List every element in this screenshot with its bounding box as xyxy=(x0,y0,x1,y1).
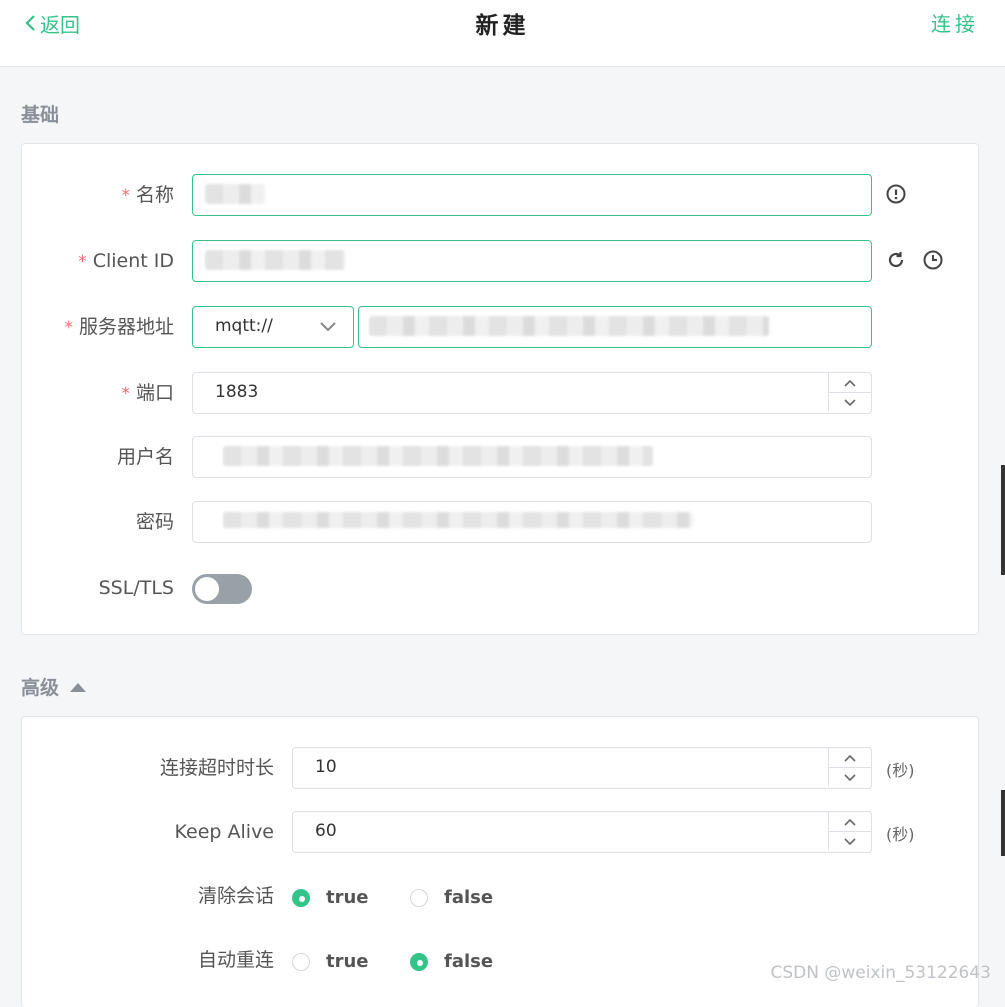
info-icon[interactable] xyxy=(885,183,907,205)
increase-button[interactable] xyxy=(829,373,871,393)
required-mark: * xyxy=(121,186,130,206)
clean-session-false-radio[interactable]: false xyxy=(410,887,493,908)
radio-unselected-icon xyxy=(410,888,428,907)
redacted-blur xyxy=(205,250,345,270)
clean-session-label: 清除会话 xyxy=(197,885,274,907)
redacted-blur xyxy=(223,512,693,528)
auto-reconnect-true-radio[interactable]: true xyxy=(292,951,369,972)
redacted-blur xyxy=(223,446,653,466)
auto-reconnect-false-radio[interactable]: false xyxy=(410,951,493,972)
watermark: CSDN @weixin_53122643 xyxy=(770,963,991,983)
basic-card: * 名称 * Client ID * 服务器地址 mqtt:// * 端口 18… xyxy=(21,143,979,635)
port-label: * 端口 xyxy=(22,372,174,414)
server-label-text: 服务器地址 xyxy=(78,316,174,338)
name-input[interactable] xyxy=(192,174,872,216)
host-input[interactable] xyxy=(358,306,872,348)
server-label: * 服务器地址 xyxy=(22,306,174,348)
chevron-down-icon xyxy=(844,398,856,406)
chevron-up-icon xyxy=(844,379,856,387)
advanced-section-title[interactable]: 高级 xyxy=(21,673,87,700)
clean-session-true-radio[interactable]: true xyxy=(292,887,369,908)
chevron-down-icon xyxy=(320,322,336,332)
connect-button[interactable]: 连接 xyxy=(931,8,979,37)
required-mark: * xyxy=(78,252,87,272)
ssl-toggle[interactable] xyxy=(192,574,252,604)
decrease-button[interactable] xyxy=(829,832,871,851)
password-label: 密码 xyxy=(135,511,174,533)
page-title: 新建 xyxy=(475,13,530,39)
increase-button[interactable] xyxy=(829,812,871,832)
protocol-value: mqtt:// xyxy=(215,316,273,336)
basic-section-title: 基础 xyxy=(21,104,60,126)
redacted-blur xyxy=(369,316,769,336)
auto-reconnect-label: 自动重连 xyxy=(197,949,274,971)
keep-alive-stepper xyxy=(828,812,871,850)
password-input[interactable] xyxy=(192,501,872,543)
client-id-label: * Client ID xyxy=(22,240,174,282)
client-id-label-text: Client ID xyxy=(92,250,174,272)
clock-icon[interactable] xyxy=(922,249,944,271)
timeout-value: 10 xyxy=(315,757,337,777)
timeout-unit: (秒) xyxy=(886,761,915,780)
header-bar: 返回 新建 连接 xyxy=(0,0,1005,67)
keep-alive-unit: (秒) xyxy=(886,825,915,844)
port-label-text: 端口 xyxy=(135,382,174,404)
required-mark: * xyxy=(121,384,130,404)
redacted-blur xyxy=(205,184,265,204)
radio-label: true xyxy=(326,951,369,972)
scrollbar-thumb[interactable] xyxy=(1001,465,1005,575)
name-label: * 名称 xyxy=(22,174,174,216)
decrease-button[interactable] xyxy=(829,768,871,787)
timeout-stepper xyxy=(828,748,871,786)
toggle-knob xyxy=(195,577,219,601)
radio-selected-icon xyxy=(292,888,310,907)
port-value: 1883 xyxy=(215,382,259,402)
protocol-select[interactable]: mqtt:// xyxy=(192,306,354,348)
port-input[interactable]: 1883 xyxy=(192,372,872,414)
advanced-title-text: 高级 xyxy=(21,677,60,699)
name-label-text: 名称 xyxy=(135,184,174,206)
radio-label: true xyxy=(326,887,369,908)
radio-selected-icon xyxy=(410,952,428,971)
increase-button[interactable] xyxy=(829,748,871,768)
decrease-button[interactable] xyxy=(829,393,871,412)
ssl-label: SSL/TLS xyxy=(98,577,174,599)
username-label: 用户名 xyxy=(116,446,174,468)
chevron-up-icon xyxy=(844,754,856,762)
required-mark: * xyxy=(64,318,73,338)
chevron-up-icon xyxy=(844,818,856,826)
chevron-down-icon xyxy=(844,837,856,845)
timeout-input[interactable]: 10 xyxy=(292,747,872,789)
client-id-input[interactable] xyxy=(192,240,872,282)
chevron-down-icon xyxy=(844,773,856,781)
radio-unselected-icon xyxy=(292,952,310,971)
radio-label: false xyxy=(444,887,494,908)
caret-up-icon xyxy=(70,682,87,692)
port-stepper xyxy=(828,373,871,411)
username-input[interactable] xyxy=(192,436,872,478)
timeout-label: 连接超时时长 xyxy=(159,757,274,779)
keep-alive-value: 60 xyxy=(315,821,337,841)
keep-alive-label: Keep Alive xyxy=(174,821,274,843)
scrollbar-thumb[interactable] xyxy=(1001,790,1005,856)
keep-alive-input[interactable]: 60 xyxy=(292,811,872,853)
radio-label: false xyxy=(444,951,494,972)
refresh-icon[interactable] xyxy=(885,249,907,271)
